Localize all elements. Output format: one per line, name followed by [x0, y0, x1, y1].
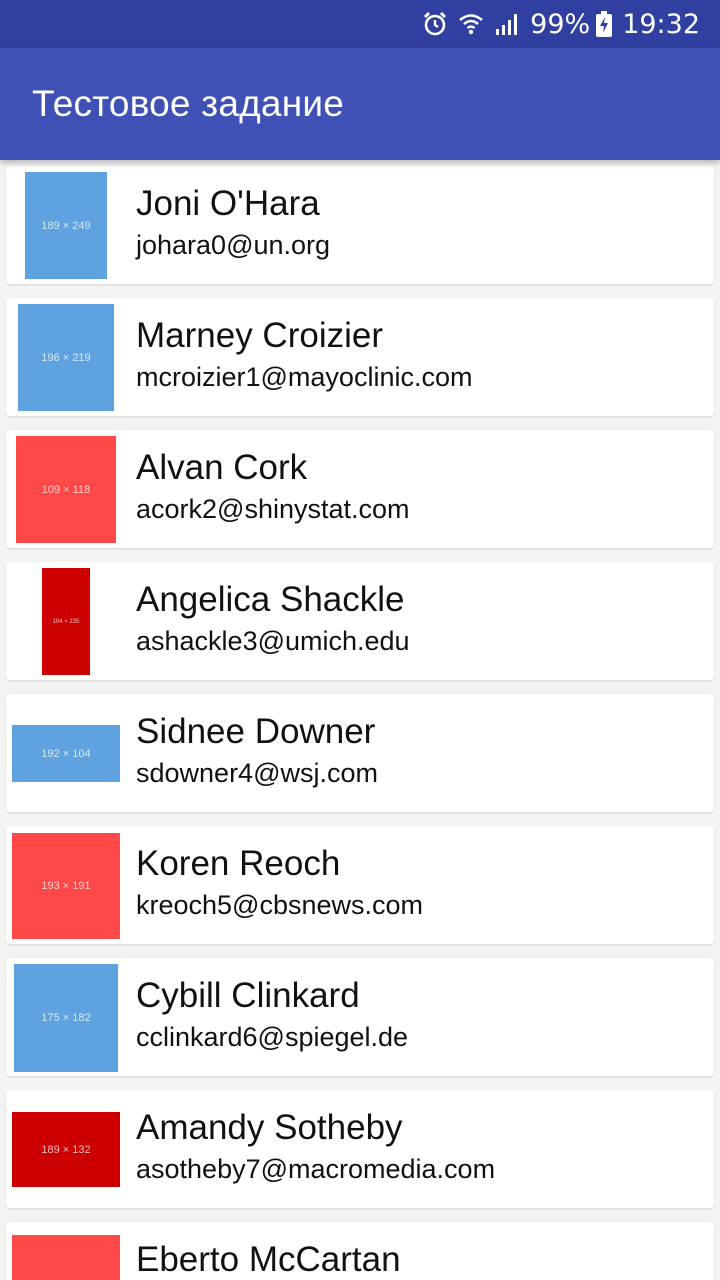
contact-email: ashackle3@umich.edu [136, 626, 410, 656]
avatar: 189 × 132 [12, 1112, 120, 1187]
alarm-icon [422, 11, 448, 37]
avatar: 109 × 118 [16, 436, 116, 543]
contact-email: asotheby7@macromedia.com [136, 1154, 496, 1184]
contact-name: Marney Croizier [136, 316, 383, 355]
avatar: 193 × 191 [12, 833, 120, 939]
contact-email: acork2@shinystat.com [136, 494, 410, 524]
signal-icon [494, 11, 520, 37]
contact-email: mcroizier1@mayoclinic.com [136, 362, 473, 392]
list-item[interactable]: 175 × 182 Cybill Clinkard cclinkard6@spi… [6, 958, 714, 1076]
avatar: 196 × 219 [18, 304, 114, 411]
clock: 19:32 [622, 8, 700, 40]
list-item[interactable]: 192 × 104 Sidnee Downer sdowner4@wsj.com [6, 694, 714, 812]
status-bar: 99% 19:32 [0, 0, 720, 48]
list-item[interactable]: 189 × 132 Amandy Sotheby asotheby7@macro… [6, 1090, 714, 1208]
page-title: Тестовое задание [32, 83, 344, 124]
list-item[interactable]: 196 × 219 Marney Croizier mcroizier1@may… [6, 298, 714, 416]
contact-email: kreoch5@cbsnews.com [136, 890, 424, 920]
contact-email: sdowner4@wsj.com [136, 758, 378, 788]
list-item[interactable]: 104 × 235 Angelica Shackle ashackle3@umi… [6, 562, 714, 680]
list-item[interactable]: 193 × 191 Koren Reoch kreoch5@cbsnews.co… [6, 826, 714, 944]
battery-charging-icon [596, 11, 613, 37]
avatar: 104 × 235 [42, 568, 90, 675]
contact-name: Cybill Clinkard [136, 976, 360, 1015]
avatar: 192 × 104 [12, 725, 120, 782]
contact-email: cclinkard6@spiegel.de [136, 1022, 409, 1052]
avatar: 189 × 249 [25, 172, 107, 279]
app-bar: Тестовое задание [0, 48, 720, 160]
contact-email: johara0@un.org [136, 230, 331, 260]
contact-name: Koren Reoch [136, 844, 341, 883]
contact-name: Amandy Sotheby [136, 1108, 403, 1147]
list-item[interactable]: Eberto McCartan [6, 1222, 714, 1280]
contact-name: Eberto McCartan [136, 1240, 401, 1279]
contact-list[interactable]: 189 × 249 Joni O'Hara johara0@un.org 196… [0, 160, 720, 1280]
contact-name: Alvan Cork [136, 448, 308, 487]
battery-level: 99% [530, 8, 591, 40]
wifi-icon [458, 11, 484, 37]
avatar: 175 × 182 [14, 964, 118, 1072]
list-item[interactable]: 189 × 249 Joni O'Hara johara0@un.org [6, 166, 714, 284]
list-item[interactable]: 109 × 118 Alvan Cork acork2@shinystat.co… [6, 430, 714, 548]
contact-name: Angelica Shackle [136, 580, 405, 619]
contact-name: Sidnee Downer [136, 712, 376, 751]
contact-name: Joni O'Hara [136, 184, 320, 223]
avatar [12, 1235, 120, 1280]
